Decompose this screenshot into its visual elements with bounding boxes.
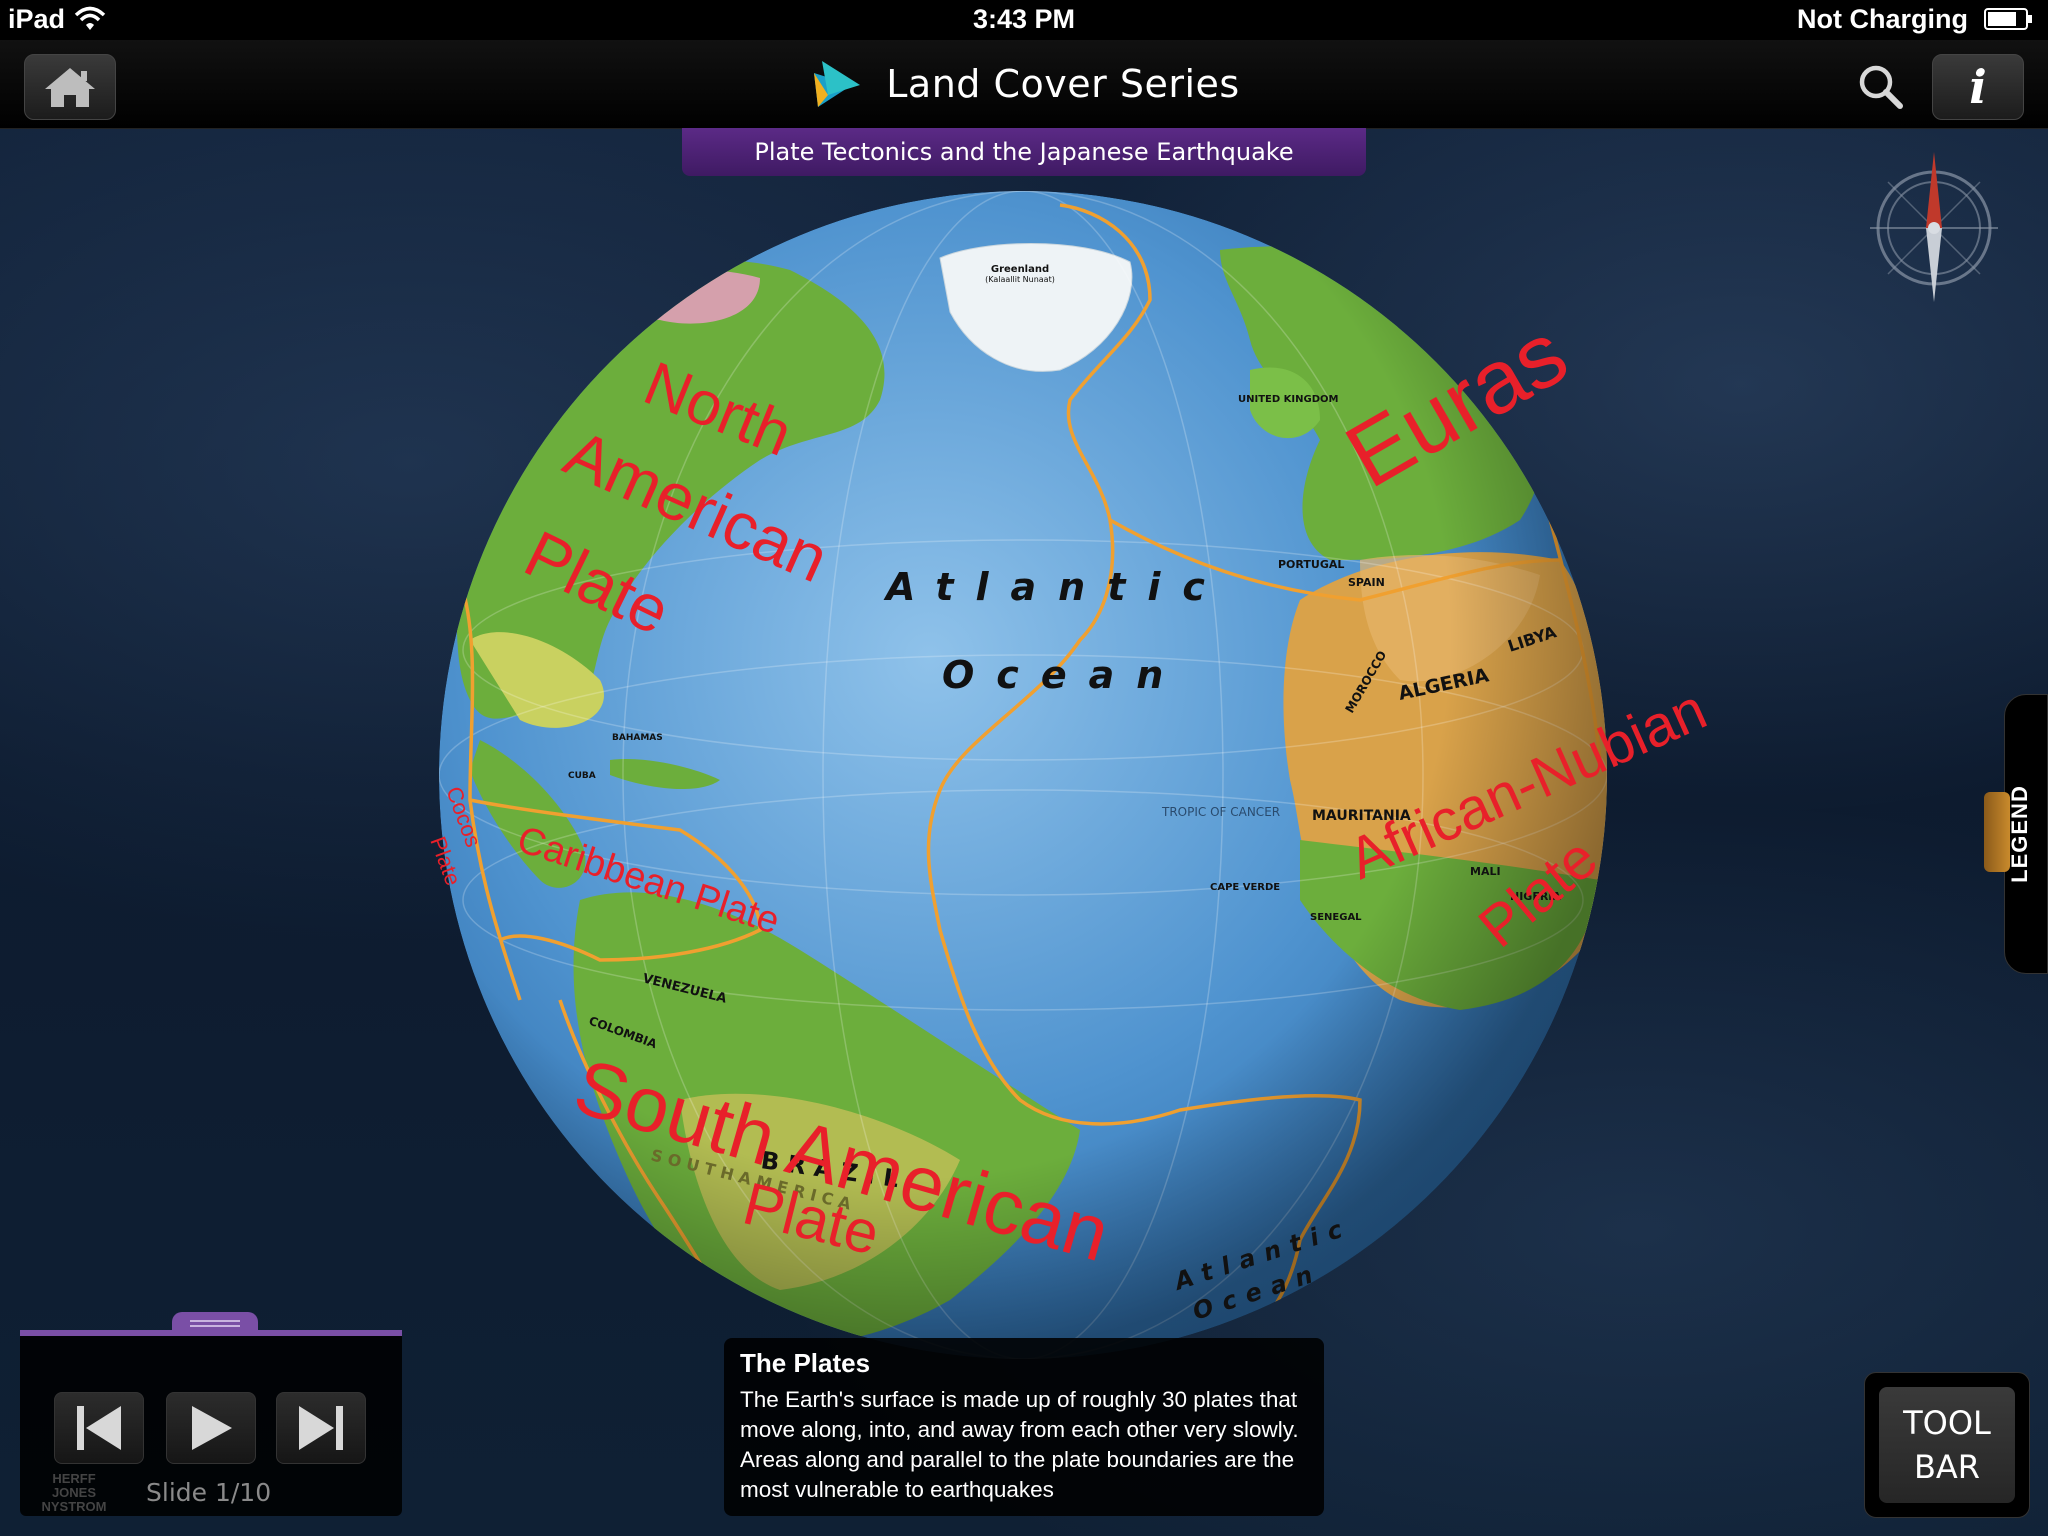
previous-slide-button[interactable] bbox=[54, 1392, 144, 1464]
label-cape-verde: CAPE VERDE bbox=[1210, 882, 1280, 893]
search-icon[interactable] bbox=[1856, 62, 1906, 112]
label-united-kingdom: UNITED KINGDOM bbox=[1238, 394, 1338, 405]
legend-label: LEGEND bbox=[2007, 785, 2032, 883]
toolbar-label: TOOL BAR bbox=[1879, 1387, 2015, 1503]
next-slide-button[interactable] bbox=[276, 1392, 366, 1464]
topic-title-tab[interactable]: Plate Tectonics and the Japanese Earthqu… bbox=[682, 128, 1366, 176]
label-ocean: Ocean bbox=[942, 653, 1185, 697]
caption-title: The Plates bbox=[740, 1348, 871, 1378]
toolbar-button[interactable]: TOOL BAR bbox=[1864, 1372, 2030, 1518]
label-cuba: CUBA bbox=[568, 771, 596, 781]
topic-title: Plate Tectonics and the Japanese Earthqu… bbox=[754, 138, 1294, 166]
status-bar: iPad 3:43 PM Not Charging bbox=[0, 0, 2048, 40]
label-atlantic: Atlantic bbox=[883, 565, 1227, 609]
publisher-logo: HERFF JONES NYSTROM bbox=[41, 1471, 107, 1514]
charging-status: Not Charging bbox=[1797, 4, 1968, 34]
label-tropic-of-cancer: TROPIC OF CANCER bbox=[1161, 805, 1280, 819]
battery-icon bbox=[1984, 8, 2032, 30]
navigation-bar: Land Cover Series i bbox=[0, 40, 2048, 129]
app-logo-icon bbox=[814, 61, 861, 107]
app-title: Land Cover Series bbox=[886, 62, 1240, 106]
info-icon: i bbox=[1969, 60, 1987, 114]
clock: 3:43 PM bbox=[972, 4, 1076, 34]
caption-body: The Earth's surface is made up of roughl… bbox=[740, 1387, 1299, 1502]
app-title-group: Land Cover Series bbox=[0, 54, 2048, 114]
compass-icon[interactable] bbox=[1866, 150, 2002, 304]
label-senegal: SENEGAL bbox=[1310, 912, 1362, 923]
play-icon bbox=[192, 1406, 232, 1450]
slide-caption: The Plates The Earth's surface is made u… bbox=[724, 1338, 1324, 1516]
label-mali: MALI bbox=[1470, 865, 1501, 878]
label-portugal: PORTUGAL bbox=[1278, 558, 1344, 571]
app-screen: Greenland (Kalaallit Nunaat) UNITED KING… bbox=[0, 0, 2048, 1536]
skip-back-icon bbox=[77, 1406, 121, 1450]
slide-counter: Slide 1/10 bbox=[146, 1478, 272, 1507]
label-greenland-sub: (Kalaallit Nunaat) bbox=[985, 275, 1055, 284]
label-greenland: Greenland bbox=[991, 264, 1049, 275]
info-button[interactable]: i bbox=[1932, 54, 2024, 120]
globe-view[interactable]: Greenland (Kalaallit Nunaat) UNITED KING… bbox=[0, 0, 2048, 1536]
play-button[interactable] bbox=[166, 1392, 256, 1464]
label-bahamas: BAHAMAS bbox=[612, 733, 663, 743]
label-spain: SPAIN bbox=[1348, 576, 1385, 589]
skip-forward-icon bbox=[299, 1406, 343, 1450]
